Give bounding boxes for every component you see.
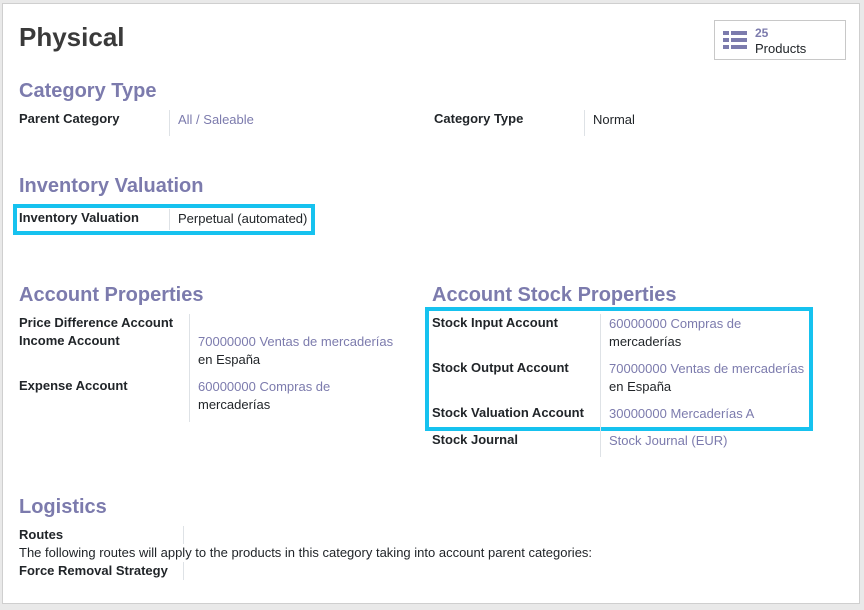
field-divider — [189, 314, 190, 422]
section-inventory-valuation: Inventory Valuation — [19, 175, 204, 197]
parent-category-label: Parent Category — [19, 111, 120, 126]
stock-input-account-label: Stock Input Account — [432, 315, 558, 330]
section-category-type: Category Type — [19, 80, 157, 102]
routes-label: Routes — [19, 527, 64, 542]
routes-note: The following routes will apply to the p… — [19, 545, 593, 560]
inventory-valuation-label: Inventory Valuation — [19, 210, 139, 225]
price-difference-account-label: Price Difference Account — [19, 315, 174, 330]
income-account-label: Income Account — [19, 333, 120, 348]
products-smart-button[interactable]: 25 Products — [714, 20, 846, 60]
section-account-stock-properties: Account Stock Properties — [432, 284, 677, 306]
field-divider — [600, 314, 601, 457]
expense-account-label: Expense Account — [19, 378, 128, 393]
stock-valuation-account-link[interactable]: 30000000 Mercaderías A — [609, 405, 754, 423]
stock-output-account-link-line2[interactable]: en España — [609, 378, 671, 396]
field-divider — [183, 526, 184, 544]
stock-input-account-link[interactable]: 60000000 Compras de — [609, 315, 741, 333]
section-logistics: Logistics — [19, 496, 107, 518]
field-divider — [584, 110, 585, 136]
products-count: 25 — [755, 26, 769, 40]
expense-account-link[interactable]: 60000000 Compras de — [198, 378, 330, 396]
products-label: Products — [755, 41, 807, 56]
list-icon — [723, 31, 747, 49]
field-divider — [183, 562, 184, 580]
income-account-link[interactable]: 70000000 Ventas de mercaderías — [198, 333, 393, 351]
stock-input-account-link-line2[interactable]: mercaderías — [609, 333, 681, 351]
field-divider — [169, 110, 170, 136]
stock-output-account-label: Stock Output Account — [432, 360, 569, 375]
section-account-properties: Account Properties — [19, 284, 204, 306]
stock-journal-link[interactable]: Stock Journal (EUR) — [609, 432, 727, 450]
stock-journal-label: Stock Journal — [432, 432, 518, 447]
force-removal-strategy-label: Force Removal Strategy — [19, 563, 168, 578]
income-account-link-line2[interactable]: en España — [198, 351, 260, 369]
stock-output-account-link[interactable]: 70000000 Ventas de mercaderías — [609, 360, 804, 378]
category-type-value[interactable]: Normal — [593, 111, 635, 129]
category-type-label: Category Type — [434, 111, 524, 126]
parent-category-link[interactable]: All / Saleable — [178, 111, 254, 129]
page-title: Physical — [19, 22, 125, 52]
inventory-valuation-value[interactable]: Perpetual (automated) — [178, 210, 307, 228]
field-divider — [169, 209, 170, 230]
stock-valuation-account-label: Stock Valuation Account — [432, 405, 584, 420]
expense-account-link-line2[interactable]: mercaderías — [198, 396, 270, 414]
